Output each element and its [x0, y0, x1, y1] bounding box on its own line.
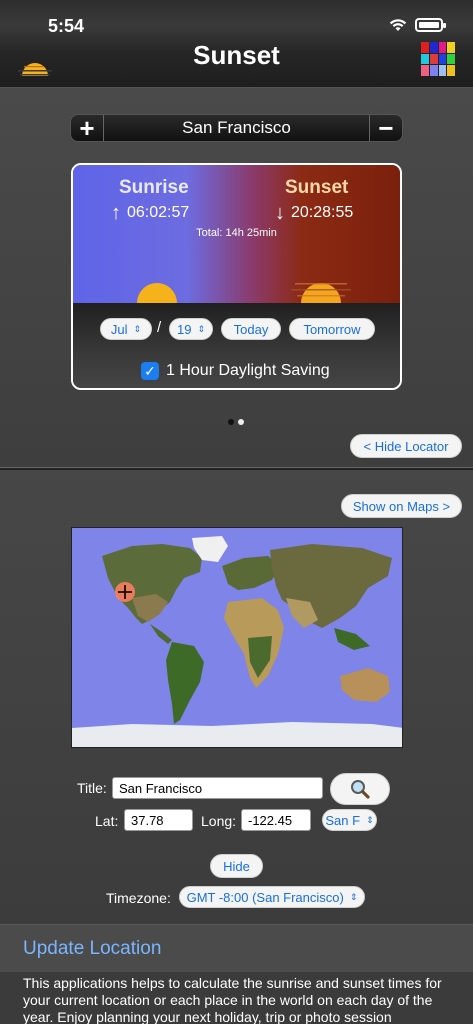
- hide-locator-button[interactable]: < Hide Locator: [350, 434, 462, 458]
- long-input[interactable]: [241, 809, 311, 831]
- title-input[interactable]: [112, 777, 323, 799]
- date-separator: /: [157, 319, 162, 336]
- hide-button[interactable]: Hide: [210, 854, 263, 878]
- app-description: This applications helps to calculate the…: [23, 975, 442, 1024]
- chevron-updown-icon: ⇕: [366, 814, 374, 825]
- city-selector: + San Francisco −: [70, 114, 403, 142]
- month-select[interactable]: Jul ⇕: [100, 318, 152, 340]
- long-label: Long:: [201, 813, 237, 829]
- status-icons: [389, 18, 446, 32]
- place-select-value: San F: [325, 812, 361, 828]
- status-time: 5:54: [48, 16, 85, 36]
- page-indicator[interactable]: [228, 419, 244, 425]
- chevron-updown-icon: ⇕: [349, 891, 358, 902]
- page-dot: [238, 419, 244, 425]
- sunrise-sun-icon: [125, 273, 189, 303]
- date-controls: Jul ⇕ / 19 ⇕ Today Tomorrow ✓ 1 Hour Day…: [73, 303, 400, 388]
- description-area: This applications helps to calculate the…: [0, 972, 473, 1024]
- search-button[interactable]: [330, 773, 390, 805]
- day-select[interactable]: 19 ⇕: [169, 318, 213, 340]
- color-grid-icon[interactable]: [421, 42, 455, 76]
- place-select[interactable]: San F ⇕: [322, 809, 377, 831]
- today-button[interactable]: Today: [221, 318, 281, 340]
- chevron-updown-icon: ⇕: [133, 323, 142, 334]
- wifi-icon: [389, 19, 407, 31]
- update-location-row[interactable]: Update Location: [0, 924, 473, 972]
- remove-city-button[interactable]: −: [370, 114, 402, 142]
- add-city-button[interactable]: +: [71, 114, 103, 142]
- lat-input[interactable]: [124, 809, 193, 831]
- show-on-maps-button[interactable]: Show on Maps >: [341, 494, 462, 518]
- sunset-sun-icon: [291, 283, 351, 303]
- sky-panel: Sunrise Sunset ↑ 06:02:57 ↓ 20:28:55 Tot…: [73, 165, 400, 303]
- sunset-time: ↓ 20:28:55: [275, 203, 353, 223]
- city-name[interactable]: San Francisco: [104, 118, 369, 138]
- daylight-saving-checkbox[interactable]: ✓: [141, 362, 159, 380]
- magnifier-icon: [351, 780, 370, 799]
- timezone-value: GMT -8:00 (San Francisco): [186, 889, 344, 905]
- update-location-link[interactable]: Update Location: [23, 938, 161, 960]
- navigation-bar: 5:54 Sunset: [0, 0, 473, 88]
- world-map[interactable]: [71, 527, 403, 748]
- sun-card: Sunrise Sunset ↑ 06:02:57 ↓ 20:28:55 Tot…: [71, 163, 402, 390]
- sunrise-time: ↑ 06:02:57: [111, 203, 189, 223]
- up-arrow-icon: ↑: [111, 202, 121, 224]
- title-label: Title:: [77, 780, 107, 796]
- day-value: 19: [176, 321, 192, 337]
- timezone-select[interactable]: GMT -8:00 (San Francisco) ⇕: [179, 886, 365, 908]
- world-map-image: [72, 536, 402, 747]
- sunset-label: Sunset: [285, 177, 349, 198]
- sunrise-label: Sunrise: [119, 177, 189, 198]
- battery-icon: [415, 18, 446, 32]
- page-dot: [228, 419, 234, 425]
- tomorrow-button[interactable]: Tomorrow: [289, 318, 375, 340]
- chevron-updown-icon: ⇕: [197, 323, 205, 334]
- down-arrow-icon: ↓: [275, 202, 285, 224]
- sunrise-time-value: 06:02:57: [127, 204, 190, 221]
- lat-label: Lat:: [95, 813, 119, 829]
- daylight-total: Total: 14h 25min: [196, 227, 277, 239]
- page-title: Sunset: [193, 40, 280, 70]
- daylight-saving-label: 1 Hour Daylight Saving: [166, 362, 330, 379]
- sunset-time-value: 20:28:55: [291, 204, 354, 221]
- month-value: Jul: [110, 321, 128, 337]
- timezone-label: Timezone:: [106, 890, 171, 906]
